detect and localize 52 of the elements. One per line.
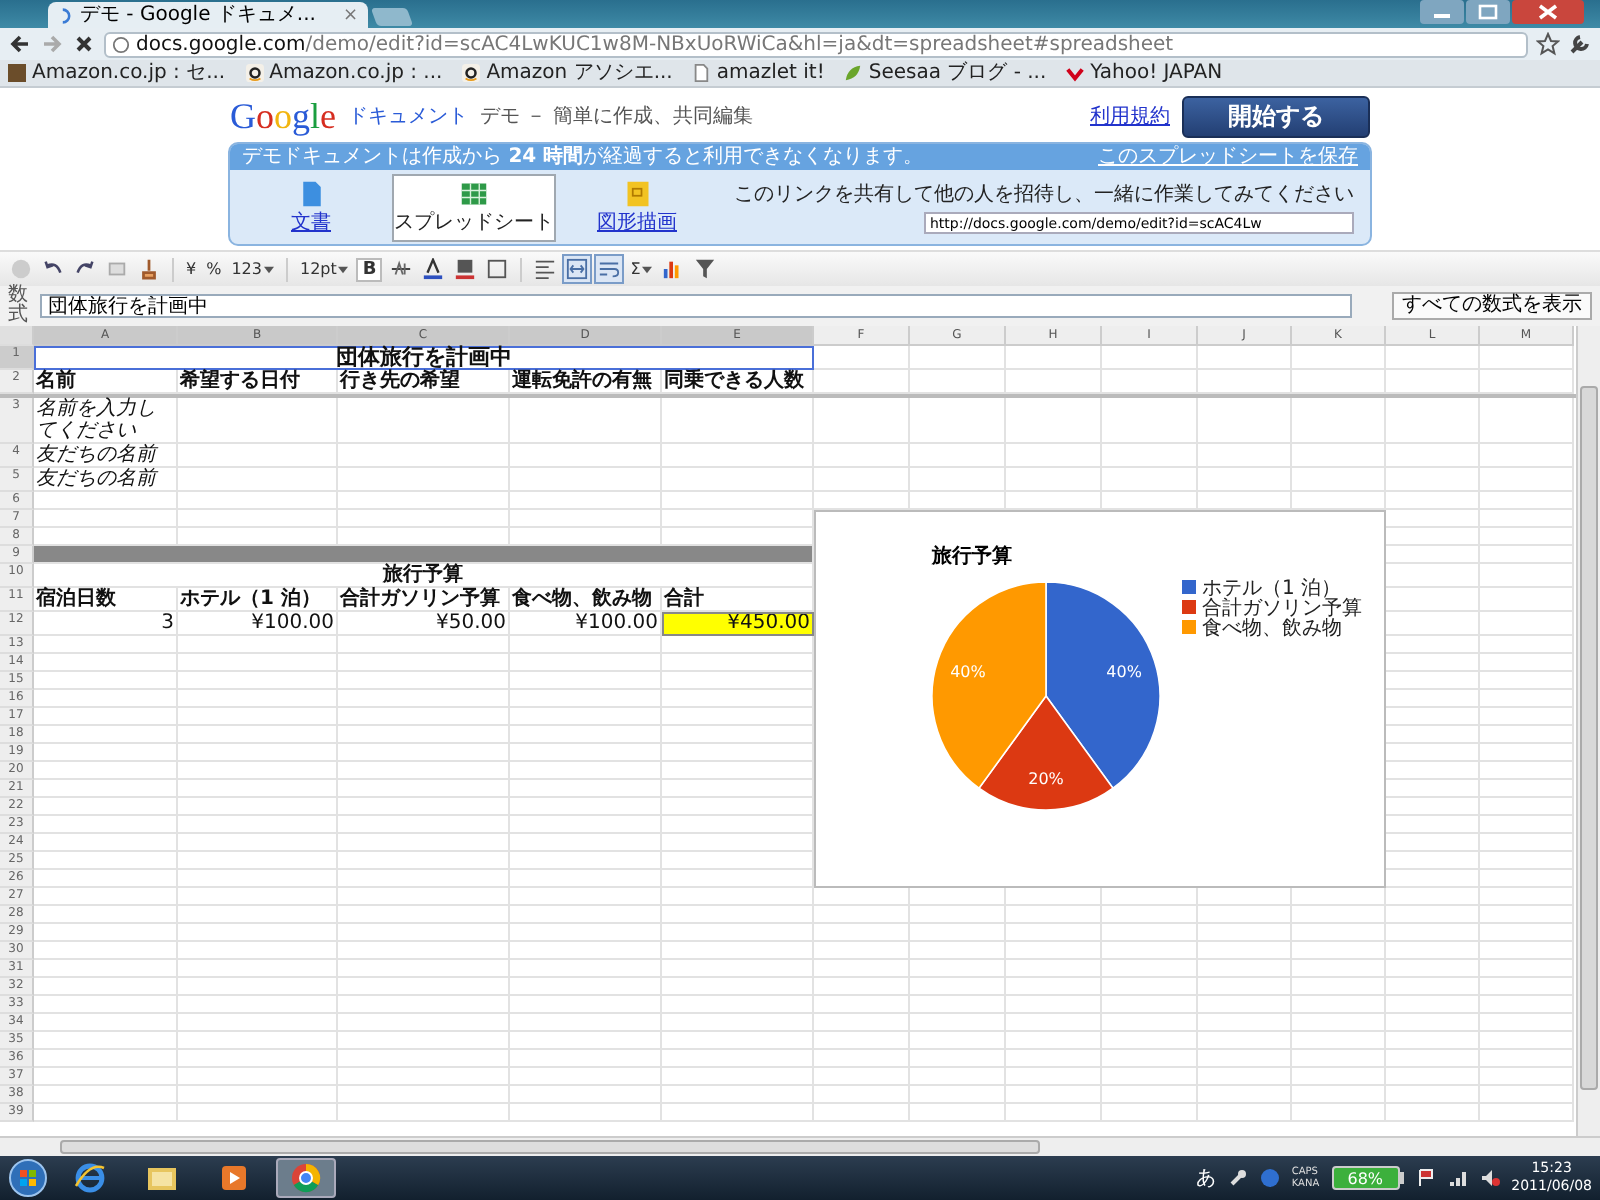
- start-button[interactable]: 開始する: [1182, 95, 1370, 137]
- formula-field[interactable]: 団体旅行を計画中: [40, 294, 1352, 318]
- browser-tab[interactable]: デモ - Google ドキュメ... ×: [48, 2, 368, 28]
- product-name: ドキュメント: [348, 104, 469, 130]
- table-cell[interactable]: 宿泊日数: [34, 588, 178, 612]
- table-cell[interactable]: 友だちの名前: [34, 468, 178, 492]
- number-format-dropdown[interactable]: 123: [229, 260, 276, 278]
- doc-type-tab[interactable]: 図形描画: [572, 173, 702, 241]
- table-cell[interactable]: ¥100.00: [178, 612, 338, 636]
- table-cell[interactable]: 食べ物、飲み物: [510, 588, 662, 612]
- bookmark[interactable]: Amazon.co.jp : ...: [245, 61, 443, 85]
- percent-button[interactable]: %: [204, 260, 224, 278]
- currency-button[interactable]: ¥: [184, 260, 199, 278]
- pie-chart[interactable]: 旅行予算 40% 20% 40% ホテル（1 泊） 合計ガソリン予算 食べ物、飲み物: [814, 510, 1386, 888]
- bookmark[interactable]: amazlet it!: [692, 61, 825, 85]
- legend-label: ホテル（1 泊）: [1202, 578, 1342, 600]
- table-cell[interactable]: ¥450.00: [662, 612, 814, 636]
- share-text: このリンクを共有して他の人を招待し、一緒に作業してみてください: [734, 181, 1354, 208]
- merged-cell[interactable]: 団体旅行を計画中: [34, 346, 814, 370]
- google-logo: Google: [230, 96, 337, 136]
- table-cell[interactable]: 3: [34, 612, 178, 636]
- bookmark[interactable]: Amazon.co.jp : セ...: [8, 61, 226, 85]
- ime-mode[interactable]: あ: [1195, 1164, 1216, 1192]
- slice-label: 40%: [1106, 662, 1142, 681]
- font-size-dropdown[interactable]: 12pt: [297, 260, 351, 278]
- doc-type-tab[interactable]: 文書: [246, 173, 376, 241]
- sum-button[interactable]: Σ: [628, 260, 655, 278]
- bold-button[interactable]: B: [356, 257, 383, 281]
- table-cell[interactable]: 合計ガソリン予算: [338, 588, 510, 612]
- table-cell[interactable]: ホテル（1 泊）: [178, 588, 338, 612]
- slice-label: 40%: [950, 662, 986, 681]
- bookmark[interactable]: Amazon アソシエ...: [462, 61, 673, 85]
- formula-label: 数式: [8, 286, 28, 326]
- slice-label: 20%: [1028, 770, 1064, 789]
- tagline: デモ － 簡単に作成、共同編集: [480, 103, 753, 130]
- legend-label: 食べ物、飲み物: [1202, 618, 1342, 640]
- address-bar[interactable]: docs.google.com/demo/edit?id=scAC4LwKUC1w8M-NBxUoRWiCa&hl=ja&dt=spreadsheet#spreadsheet: [104, 31, 1528, 57]
- show-all-formulas-button[interactable]: すべての数式を表示: [1392, 292, 1592, 320]
- bookmark[interactable]: Seesaa ブログ - ...: [844, 61, 1047, 85]
- table-cell[interactable]: 友だちの名前: [34, 444, 178, 468]
- battery-meter: 68%: [1331, 1166, 1400, 1190]
- notice-text: デモドキュメントは作成から 24 時間が経過すると利用できなくなります。: [242, 144, 924, 170]
- terms-link[interactable]: 利用規約: [1090, 102, 1170, 130]
- doc-type-tab[interactable]: スプレッドシート: [392, 173, 556, 241]
- tab-close-button[interactable]: ×: [342, 3, 358, 27]
- chart-title: 旅行予算: [932, 546, 1012, 568]
- bookmark[interactable]: Yahoo! JAPAN: [1066, 61, 1223, 85]
- table-cell[interactable]: ¥50.00: [338, 612, 510, 636]
- table-cell[interactable]: 名前を入力してください: [34, 398, 178, 444]
- legend-label: 合計ガソリン予算: [1202, 598, 1362, 620]
- merged-cell[interactable]: 旅行予算: [34, 564, 814, 588]
- tab-title: デモ - Google ドキュメ...: [80, 3, 316, 27]
